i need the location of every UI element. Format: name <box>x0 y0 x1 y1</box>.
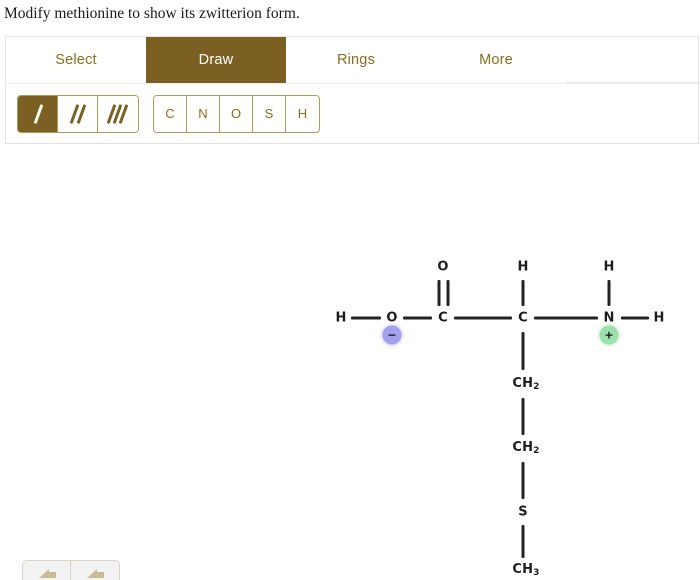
undo-arrow-icon <box>36 565 58 580</box>
double-bond-tool[interactable] <box>58 95 98 132</box>
atom-s-delta[interactable]: S <box>518 505 528 520</box>
bond-n-to-h-top[interactable] <box>607 280 611 306</box>
element-button-nitrogen[interactable]: N <box>187 95 220 132</box>
bond-s-to-ch3[interactable] <box>521 525 525 558</box>
bond-c-alpha-to-n[interactable] <box>534 316 598 320</box>
atom-ch3-methyl-subscript: 3 <box>533 568 540 578</box>
atom-ch3-methyl-label: CH <box>512 562 534 577</box>
bond-ch2-gamma-to-s[interactable] <box>521 462 525 499</box>
single-bond-icon <box>27 103 49 125</box>
element-button-carbon[interactable]: C <box>154 95 187 132</box>
tab-draw-label: Draw <box>198 52 234 68</box>
single-bond-tool[interactable] <box>18 95 58 132</box>
draw-tool-row: C N O S H <box>6 83 698 143</box>
atom-c-alpha[interactable]: C <box>518 311 528 326</box>
history-button-group <box>22 560 120 580</box>
question-prompt: Modify methionine to show its zwitterion… <box>4 5 300 22</box>
element-tool-group: C N O S H <box>153 94 320 133</box>
redo-arrow-icon <box>84 565 106 580</box>
atom-ch2-gamma[interactable]: CH2 <box>512 440 539 456</box>
atom-ch2-beta-subscript: 2 <box>533 382 540 392</box>
tab-rings-label: Rings <box>336 52 376 68</box>
tab-select[interactable]: Select <box>6 37 146 83</box>
editor-toolbar-panel: Select Draw Rings More C N O S H <box>5 36 699 144</box>
drawing-canvas[interactable]: H O C O C H N H H CH2 CH2 S CH3 − + <box>5 146 699 580</box>
tab-more[interactable]: More <box>426 37 566 83</box>
bond-o-hydroxyl-to-c-carboxyl[interactable] <box>403 316 432 320</box>
bond-tool-group <box>17 94 139 133</box>
atom-h-left[interactable]: H <box>335 311 346 326</box>
bond-c-alpha-to-ch2-beta[interactable] <box>521 332 525 370</box>
undo-button[interactable] <box>23 561 71 580</box>
molecule-editor-page: Modify methionine to show its zwitterion… <box>0 0 700 580</box>
atom-h-alpha[interactable]: H <box>517 260 528 275</box>
tab-more-label: More <box>479 52 513 68</box>
atom-c-carboxyl[interactable]: C <box>438 311 448 326</box>
bond-h-to-o-hydroxyl[interactable] <box>351 316 381 320</box>
positive-charge-badge[interactable]: + <box>599 325 619 345</box>
triple-bond-tool[interactable] <box>98 95 138 132</box>
atom-ch2-gamma-label: CH <box>512 440 534 455</box>
atom-o-carbonyl[interactable]: O <box>437 260 448 275</box>
element-button-sulfur[interactable]: S <box>253 95 286 132</box>
bond-c-carboxyl-to-o-carbonyl-line-1[interactable] <box>437 280 441 306</box>
redo-button[interactable] <box>71 561 119 580</box>
atom-o-hydroxyl[interactable]: O <box>386 311 397 326</box>
methionine-zwitterion-structure: H O C O C H N H H CH2 CH2 S CH3 − + <box>5 146 699 580</box>
tab-draw[interactable]: Draw <box>146 37 286 83</box>
double-bond-icon <box>67 103 89 125</box>
bond-c-alpha-to-h[interactable] <box>521 280 525 306</box>
triple-bond-icon <box>106 103 129 125</box>
bond-ch2-beta-to-ch2-gamma[interactable] <box>521 398 525 435</box>
atom-ch2-beta-label: CH <box>512 376 534 391</box>
atom-n-amine[interactable]: N <box>603 311 614 326</box>
bond-c-carboxyl-to-o-carbonyl-line-2[interactable] <box>446 280 450 306</box>
element-button-hydrogen[interactable]: H <box>286 95 319 132</box>
tab-select-label: Select <box>55 52 97 68</box>
atom-h-n-right[interactable]: H <box>653 311 664 326</box>
atom-h-n-top[interactable]: H <box>603 260 614 275</box>
negative-charge-badge[interactable]: − <box>382 325 402 345</box>
atom-ch2-gamma-subscript: 2 <box>533 446 540 456</box>
atom-ch3-methyl[interactable]: CH3 <box>512 562 539 578</box>
tab-rings[interactable]: Rings <box>286 37 426 83</box>
atom-ch2-beta[interactable]: CH2 <box>512 376 539 392</box>
element-button-oxygen[interactable]: O <box>220 95 253 132</box>
bond-n-to-h-right[interactable] <box>621 316 649 320</box>
editor-tab-strip: Select Draw Rings More <box>6 37 698 83</box>
bond-c-carboxyl-to-c-alpha[interactable] <box>454 316 512 320</box>
